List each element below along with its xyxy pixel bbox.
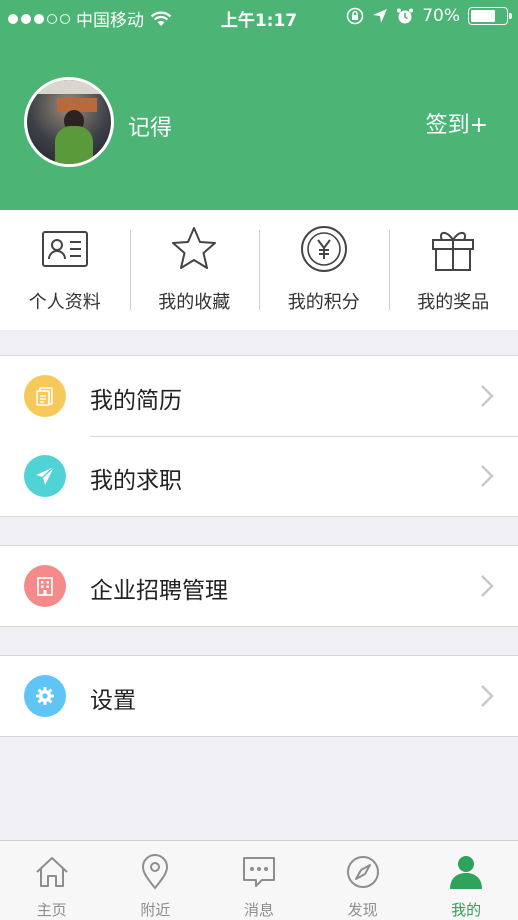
tab-messages[interactable]: 消息 (207, 841, 311, 920)
menu-item-recruitment[interactable]: 企业招聘管理 (0, 546, 518, 626)
gift-icon (432, 231, 475, 271)
battery-icon (468, 7, 512, 25)
tab-discover[interactable]: 发现 (311, 841, 415, 920)
menu-group-enterprise: 企业招聘管理 (0, 545, 518, 627)
menu-item-settings[interactable]: 设置 (0, 656, 518, 736)
alarm-icon (397, 8, 414, 24)
tab-home[interactable]: 主页 (0, 841, 104, 920)
tab-bar: 主页 附近 消息 发现 我的 (0, 840, 518, 920)
tab-label: 主页 (36, 901, 67, 919)
tab-label: 我的 (451, 901, 482, 919)
quick-action-favorites[interactable]: 我的收藏 (129, 210, 260, 330)
document-icon (24, 375, 66, 417)
home-icon (36, 857, 68, 887)
chevron-right-icon (481, 465, 494, 487)
username: 记得 (128, 116, 173, 141)
tab-nearby[interactable]: 附近 (104, 841, 208, 920)
signin-button[interactable]: 签到+ (426, 107, 488, 139)
quick-action-prizes[interactable]: 我的奖品 (388, 210, 518, 330)
building-icon (24, 565, 66, 607)
menu-group-career: 我的简历 我的求职 (0, 355, 518, 517)
menu-group-settings: 设置 (0, 655, 518, 737)
quick-action-points[interactable]: 我的积分 (259, 210, 389, 330)
tab-label: 附近 (140, 901, 171, 919)
chevron-right-icon (481, 385, 494, 407)
quick-action-label: 我的收藏 (158, 292, 231, 313)
location-arrow-icon (373, 9, 388, 23)
quick-action-label: 我的积分 (287, 292, 360, 313)
status-bar: 中国移动 上午1:17 70% (0, 0, 518, 36)
menu-item-resume[interactable]: 我的简历 (0, 356, 518, 436)
chat-bubble-icon (242, 857, 275, 887)
compass-icon (346, 856, 379, 888)
battery-percent: 70% (422, 6, 460, 26)
star-icon (172, 227, 217, 269)
avatar[interactable] (24, 77, 114, 167)
gear-icon (24, 675, 66, 717)
menu-item-label: 企业招聘管理 (90, 578, 228, 604)
quick-action-label: 个人资料 (28, 292, 101, 313)
quick-actions: 个人资料 我的收藏 我的积分 我的奖品 (0, 210, 518, 330)
person-icon (450, 856, 483, 889)
paper-plane-icon (24, 455, 66, 497)
menu-item-label: 我的简历 (90, 388, 182, 414)
rotation-lock-icon (346, 7, 364, 25)
tab-label: 消息 (243, 901, 274, 919)
quick-action-profile[interactable]: 个人资料 (0, 210, 130, 330)
tab-label: 发现 (347, 901, 378, 919)
tab-mine[interactable]: 我的 (414, 841, 518, 920)
id-card-icon (41, 231, 88, 267)
chevron-right-icon (481, 685, 494, 707)
quick-action-label: 我的奖品 (417, 292, 490, 313)
menu-item-label: 我的求职 (90, 468, 182, 494)
profile-header: 中国移动 上午1:17 70% 记得 签到+ (0, 0, 518, 210)
menu-item-job-search[interactable]: 我的求职 (0, 436, 518, 516)
location-pin-icon (142, 854, 169, 890)
menu-item-label: 设置 (90, 688, 136, 714)
chevron-right-icon (481, 575, 494, 597)
yen-coin-icon (300, 226, 347, 272)
